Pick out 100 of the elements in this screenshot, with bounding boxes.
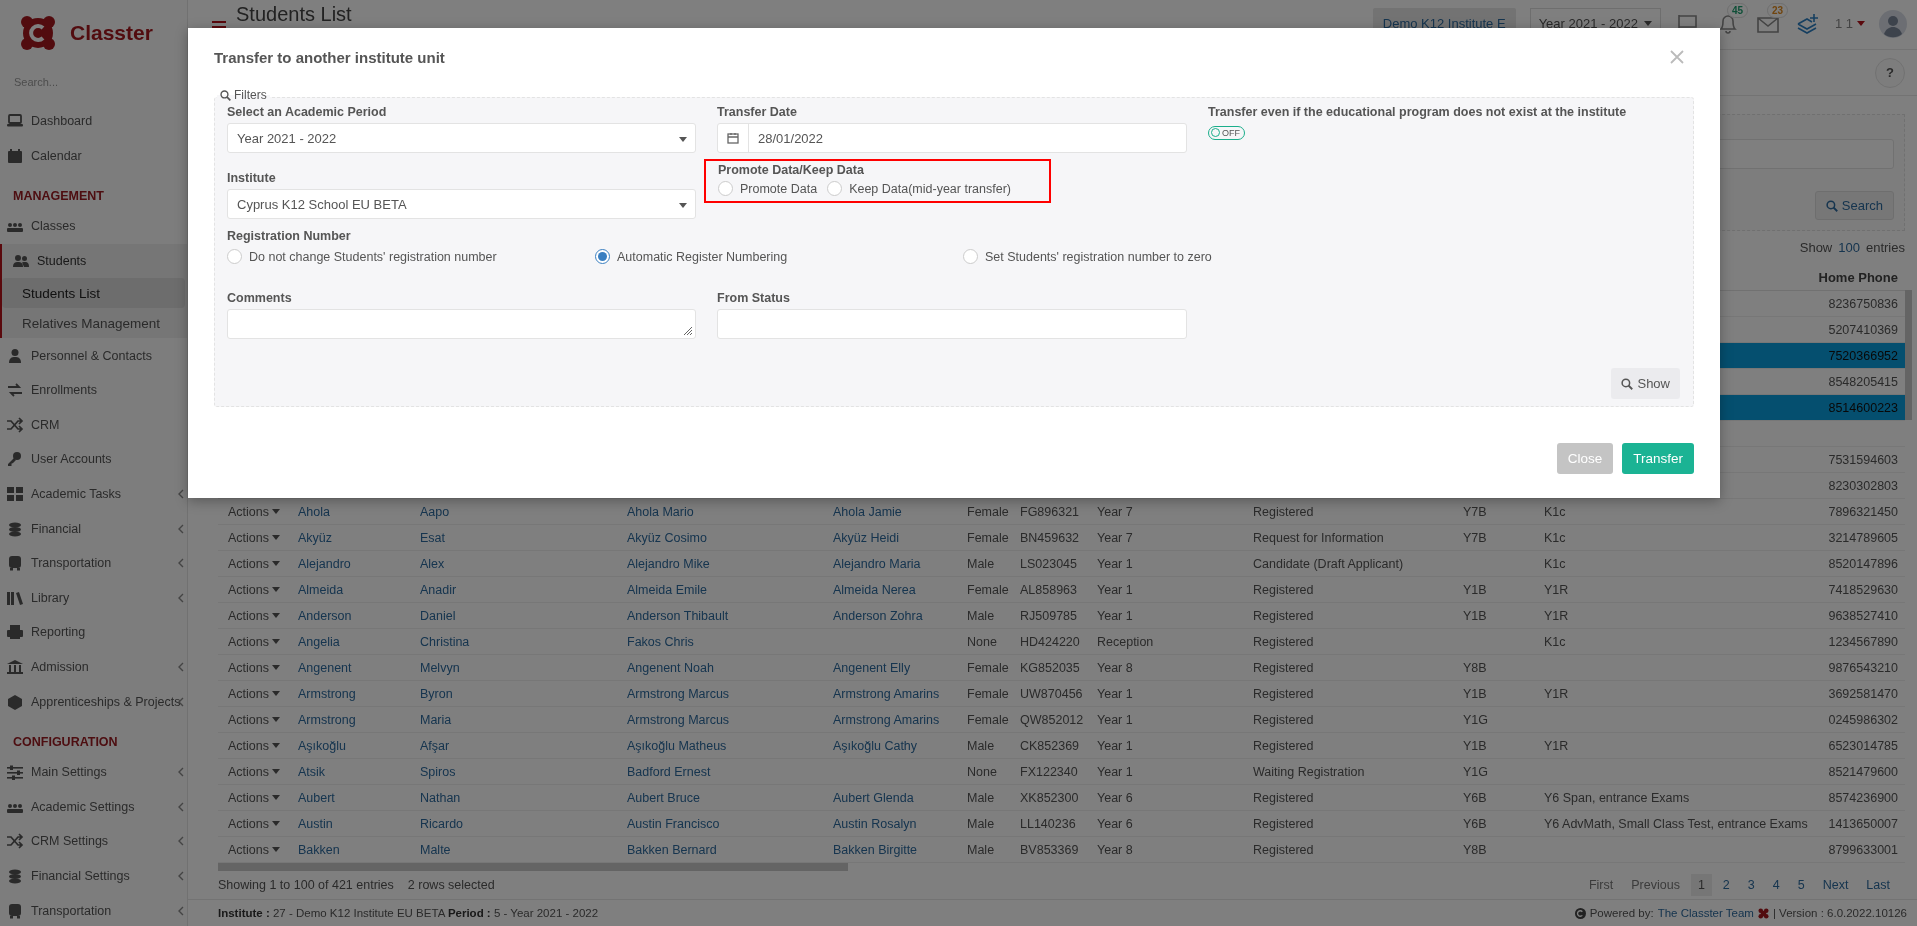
radio-label: Keep Data(mid-year transfer) <box>849 181 1011 196</box>
section-heading: MANAGEMENT <box>12 188 105 206</box>
table-cell-text: Male <box>966 556 996 571</box>
table-cell-text: Female <box>966 504 1010 519</box>
table-cell-text: Y1G <box>1462 712 1489 727</box>
section-heading: CONFIGURATION <box>12 733 119 751</box>
table-cell-text: Year 8 <box>1096 842 1134 857</box>
table-cell-text: RJ509785 <box>1019 608 1078 623</box>
table-cell-text: Y8B <box>1462 660 1488 675</box>
table-cell-text: 8236750836 <box>1827 296 1899 311</box>
table-cell-text: BV853369 <box>1019 842 1080 857</box>
table-cell-text: LS023045 <box>1019 556 1078 571</box>
context-info: Institute : 27 - Demo K12 Institute EU BETA Period : 5 - Year 2021 - 2022 <box>218 907 599 919</box>
table-cell-text: Y1G <box>1462 764 1489 779</box>
version-info: | Version : 6.0.2022.10126 <box>1772 907 1907 919</box>
table-cell-text: Registered <box>1252 686 1315 701</box>
dialog-title: Transfer to another institute unit <box>214 48 445 66</box>
table-cell-text: 0245986302 <box>1827 712 1899 727</box>
table-cell-text: QW852012 <box>1019 712 1085 727</box>
table-cell-text: KG852035 <box>1019 660 1081 675</box>
table-cell-text: Year 1 <box>1096 764 1134 779</box>
field-label: Transfer even if the educational program does not exist at the institute <box>1208 105 1628 119</box>
table-cell-text: Registered <box>1252 660 1315 675</box>
table-cell-text: Year 1 <box>1096 738 1134 753</box>
table-cell-text: Male <box>966 608 996 623</box>
table-cell-text: Female <box>966 660 1010 675</box>
table-cell-text: Registered <box>1252 634 1315 649</box>
table-cell-text: Candidate (Draft Applicant) <box>1252 556 1405 571</box>
table-cell-text: K1c <box>1543 634 1567 649</box>
table-cell-text: None <box>966 764 998 779</box>
table-cell-text: Registered <box>1252 504 1315 519</box>
table-cell-text: 8514600223 <box>1827 400 1899 415</box>
table-cell-text: Waiting Registration <box>1252 764 1366 779</box>
table-cell-text: 1413650007 <box>1827 816 1899 831</box>
table-cell-text: Year 6 <box>1096 816 1134 831</box>
table-cell-text: Year 7 <box>1096 530 1134 545</box>
selection-info: 2 rows selected <box>407 878 495 893</box>
table-cell-text: 3692581470 <box>1827 686 1899 701</box>
table-cell-text: Year 1 <box>1096 556 1134 571</box>
table-cell-text: 5207410369 <box>1827 322 1899 337</box>
table-cell-text: 7418529630 <box>1827 582 1899 597</box>
field-label: From Status <box>717 291 791 305</box>
table-cell-text: 8230302803 <box>1827 478 1899 493</box>
table-cell-text: Y1R <box>1543 608 1570 623</box>
field-label: Transfer Date <box>717 105 798 119</box>
table-cell-text: Registered <box>1252 608 1315 623</box>
radio-label: Automatic Register Numbering <box>617 249 788 264</box>
table-cell-text: 3214789605 <box>1827 530 1899 545</box>
field-label: Comments <box>227 291 293 305</box>
powered-by-label: Powered by: <box>1589 907 1654 919</box>
table-cell-text: K1c <box>1543 530 1567 545</box>
table-cell-text: CK852369 <box>1019 738 1081 753</box>
table-cell-text: K1c <box>1543 556 1567 571</box>
table-cell-text: 1234567890 <box>1827 634 1899 649</box>
notification-badge: 45 <box>1726 2 1749 18</box>
table-cell-text: 9638527410 <box>1827 608 1899 623</box>
table-cell-text: Year 6 <box>1096 790 1134 805</box>
table-cell-text: Male <box>966 816 996 831</box>
table-cell-text: Male <box>966 842 996 857</box>
table-cell-text: BN459632 <box>1019 530 1081 545</box>
table-cell-text: Y1R <box>1543 738 1570 753</box>
entries-label: entries <box>1865 240 1905 256</box>
table-cell-text: 8520147896 <box>1827 556 1899 571</box>
brand-name: Classter <box>70 21 153 45</box>
table-cell-text: Year 1 <box>1096 608 1134 623</box>
table-cell-text: XK852300 <box>1019 790 1080 805</box>
table-cell-text: Female <box>966 712 1010 727</box>
table-cell-text: Y6 AdvMath, Small Class Test, entrance Exams <box>1543 816 1809 831</box>
table-cell-text: Y7B <box>1462 504 1488 519</box>
table-cell-text: 8521479600 <box>1827 764 1899 779</box>
field-label: Promote Data/Keep Data <box>718 163 865 177</box>
entries-label: Show <box>1799 240 1833 256</box>
table-cell-text: Female <box>966 686 1010 701</box>
table-cell-text: Female <box>966 582 1010 597</box>
filters-legend: Filters <box>234 88 267 102</box>
table-cell-text: FX122340 <box>1019 764 1079 779</box>
table-cell-text: Year 1 <box>1096 686 1134 701</box>
table-cell-text: Year 7 <box>1096 504 1134 519</box>
table-cell-text: UW870456 <box>1019 686 1084 701</box>
table-cell-text: Registered <box>1252 582 1315 597</box>
table-cell-text: Registered <box>1252 738 1315 753</box>
entries-info: Showing 1 to 100 of 421 entries <box>218 878 394 893</box>
table-cell-text: Y1B <box>1462 608 1488 623</box>
table-cell-text: Y1B <box>1462 738 1488 753</box>
field-label: Registration Number <box>227 229 352 243</box>
table-cell-text: Y1R <box>1543 582 1570 597</box>
table-cell-text: AL858963 <box>1019 582 1078 597</box>
page-title: Students List <box>236 3 353 26</box>
radio-label: Set Students' registration number to zero <box>985 249 1212 264</box>
table-cell-text: HD424220 <box>1019 634 1081 649</box>
table-cell-text: 8548205415 <box>1827 374 1899 389</box>
table-cell-text: 8799633001 <box>1827 842 1899 857</box>
table-cell-text: Year 8 <box>1096 660 1134 675</box>
table-cell-text: Y7B <box>1462 530 1488 545</box>
radio-label: Do not change Students' registration number <box>249 249 497 264</box>
table-cell-text: FG896321 <box>1019 504 1081 519</box>
table-cell-text: Y6B <box>1462 816 1488 831</box>
field-label: Institute <box>227 171 277 185</box>
table-cell-text: Registered <box>1252 816 1315 831</box>
table-cell-text: 6523014785 <box>1827 738 1899 753</box>
